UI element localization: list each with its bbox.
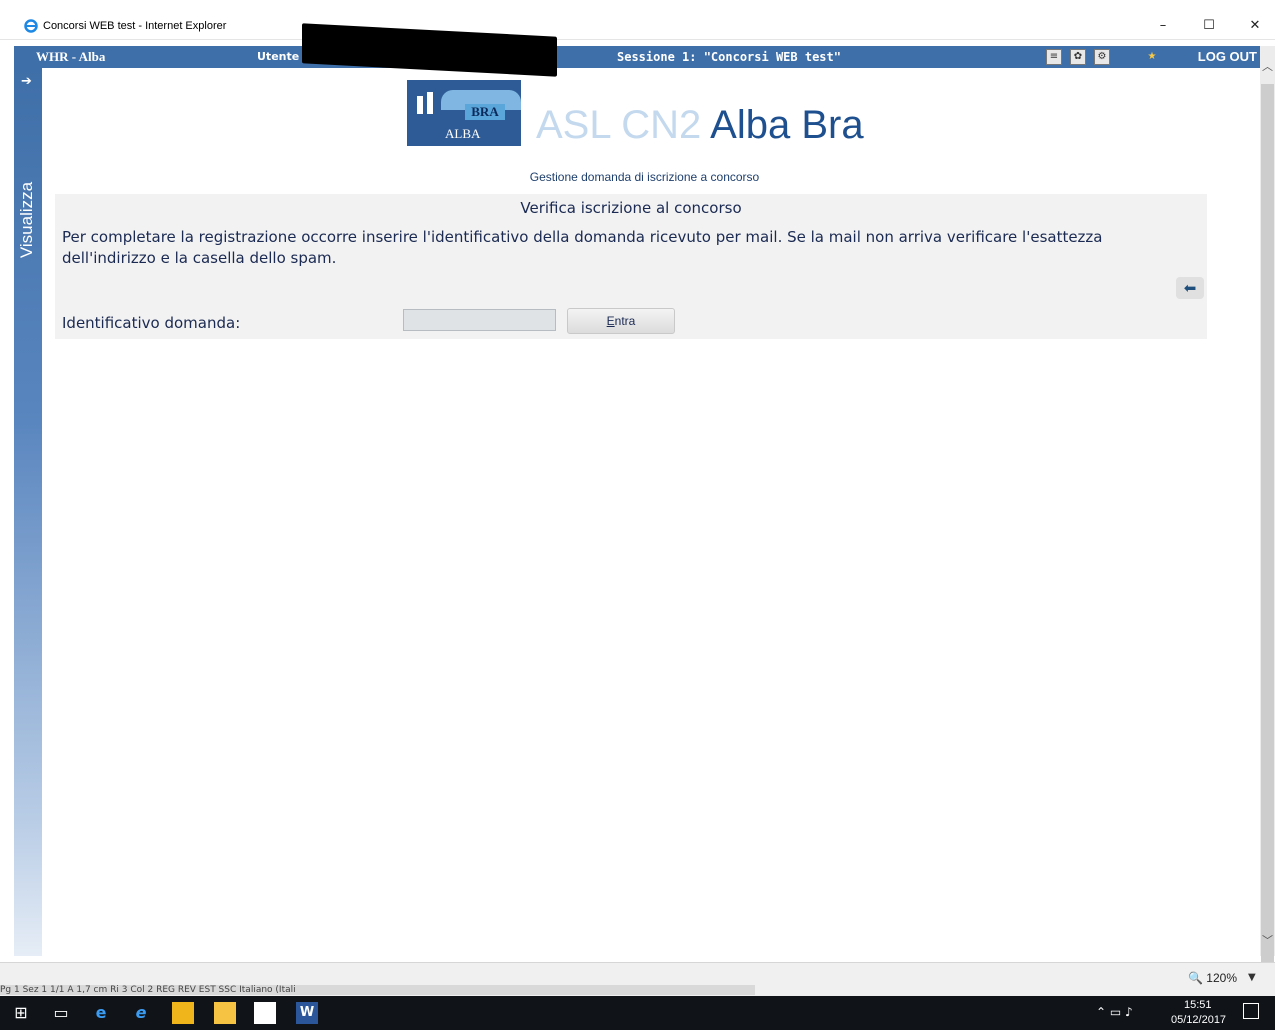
notepad-icon[interactable] xyxy=(254,1002,276,1024)
identifier-input[interactable] xyxy=(403,309,556,331)
logo-bra-text: BRA xyxy=(465,104,505,120)
users-icon[interactable]: ✿ xyxy=(1070,49,1086,65)
expand-arrow-icon[interactable]: ➔ xyxy=(21,74,32,89)
enter-button-mnemonic: E xyxy=(606,314,615,328)
brand-asl: ASL CN2 xyxy=(536,103,702,147)
logo-building xyxy=(417,96,423,114)
notification-icon[interactable] xyxy=(1243,1003,1259,1019)
logout-button[interactable]: LOG OUT xyxy=(1198,49,1257,64)
word-icon[interactable]: W xyxy=(296,1002,318,1024)
close-button[interactable]: ✕ xyxy=(1233,14,1275,38)
star-icon[interactable]: ★ xyxy=(1144,49,1160,65)
taskbar: ⊞ ▭ e e W ⌃ ▭ ♪ 15:51 05/12/2017 xyxy=(0,996,1275,1030)
session-label: Sessione 1: "Concorsi WEB test" xyxy=(617,50,841,64)
scroll-down-icon[interactable]: ﹀ xyxy=(1260,932,1275,947)
field-label: Identificativo domanda: xyxy=(62,314,241,332)
maximize-button[interactable]: ☐ xyxy=(1187,14,1231,38)
zoom-icon: 🔍 xyxy=(1188,971,1203,985)
logo-building xyxy=(427,92,433,114)
word-status-strip: Pg 1 Sez 1 1/1 A 1,7 cm Ri 3 Col 2 REG R… xyxy=(0,985,755,995)
zoom-dropdown-icon[interactable]: ▼ xyxy=(1248,972,1256,983)
edge-icon[interactable]: e xyxy=(90,1002,112,1024)
logo-alba-text: ALBA xyxy=(445,126,481,141)
verification-panel: Verifica iscrizione al concorso Per comp… xyxy=(55,194,1207,339)
windows-start-icon[interactable]: ⊞ xyxy=(10,1002,32,1024)
form-description: Per completare la registrazione occorre … xyxy=(62,228,1103,267)
settings-icon[interactable]: ⚙ xyxy=(1094,49,1110,65)
form-title: Verifica iscrizione al concorso xyxy=(520,199,742,217)
brand-name: ASL CN2 Alba Bra xyxy=(536,103,864,148)
window-titlebar: Concorsi WEB test - Internet Explorer – … xyxy=(0,0,1275,40)
scrollbar-thumb[interactable] xyxy=(1261,84,1274,974)
enter-button[interactable]: Entra xyxy=(567,308,675,334)
window-title: Concorsi WEB test - Internet Explorer xyxy=(43,20,227,32)
scroll-up-icon[interactable]: ︿ xyxy=(1260,58,1275,73)
back-arrow-icon[interactable]: ⬅ xyxy=(1176,277,1204,299)
outlook-icon[interactable] xyxy=(172,1002,194,1024)
clock-date[interactable]: 05/12/2017 xyxy=(1171,1014,1226,1026)
zoom-level[interactable]: 🔍 120% xyxy=(1188,971,1237,985)
enter-button-label: ntra xyxy=(614,314,636,328)
app-name: WHR - Alba xyxy=(36,49,106,64)
zoom-value: 120% xyxy=(1206,971,1237,985)
minimize-button[interactable]: – xyxy=(1141,14,1185,38)
document-icon[interactable]: ≡ xyxy=(1046,49,1062,65)
page-subtitle: Gestione domanda di iscrizione a concors… xyxy=(529,170,760,184)
task-view-icon[interactable]: ▭ xyxy=(50,1002,72,1024)
side-panel[interactable]: ➔ Visualizza xyxy=(14,68,42,956)
clock-time[interactable]: 15:51 xyxy=(1184,999,1212,1011)
ie-icon xyxy=(24,19,38,33)
tray-icons[interactable]: ⌃ ▭ ♪ xyxy=(1096,1005,1133,1019)
brand-city: Alba Bra xyxy=(710,103,864,147)
file-explorer-icon[interactable] xyxy=(214,1002,236,1024)
ie-taskbar-icon[interactable]: e xyxy=(130,1002,152,1024)
status-bar: Pg 1 Sez 1 1/1 A 1,7 cm Ri 3 Col 2 REG R… xyxy=(0,962,1275,996)
